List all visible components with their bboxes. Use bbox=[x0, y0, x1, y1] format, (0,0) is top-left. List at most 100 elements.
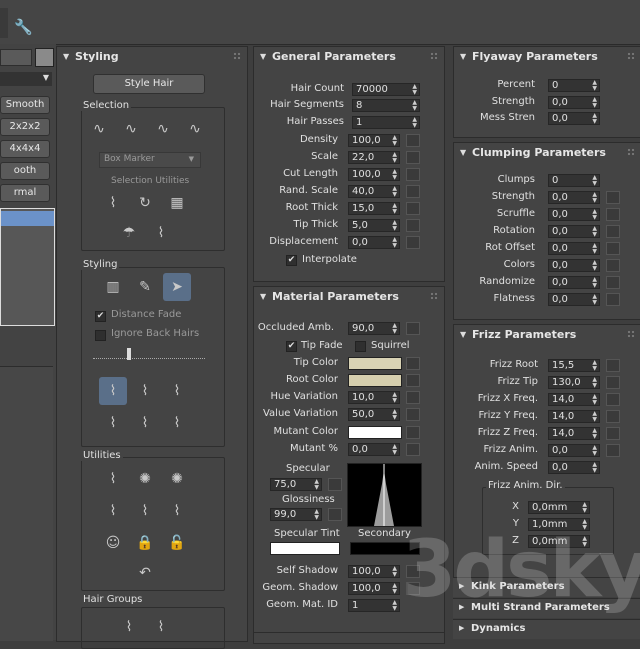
translate-hair-icon[interactable]: ⌇ bbox=[99, 377, 127, 405]
select-root-icon[interactable]: ∿ bbox=[85, 115, 113, 143]
merge-group-icon[interactable]: ⌇ bbox=[147, 613, 175, 641]
spinner-arrows-icon[interactable]: ▲ ▼ bbox=[314, 479, 319, 491]
rotation-spinner[interactable]: 0,0 ▲ ▼ bbox=[548, 225, 600, 238]
hide-guides-icon[interactable]: ☺ bbox=[99, 529, 127, 557]
select-segment-icon[interactable]: ∿ bbox=[117, 115, 145, 143]
reset-rest-icon[interactable]: ⌇ bbox=[131, 497, 159, 525]
slider-handle[interactable] bbox=[127, 348, 131, 360]
spinner-arrows-icon[interactable]: ▲ ▼ bbox=[592, 428, 597, 440]
displacement-spinner[interactable]: 0,0 ▲ ▼ bbox=[348, 236, 400, 249]
density-spinner[interactable]: 100,0 ▲ ▼ bbox=[348, 134, 400, 147]
value-variation-spinner[interactable]: 50,0 ▲ ▼ bbox=[348, 408, 400, 421]
toggle-collisions-icon[interactable]: ⌇ bbox=[163, 497, 191, 525]
clump-icon[interactable]: ⌇ bbox=[99, 409, 127, 437]
distance-fade-checkbox[interactable]: ✔ bbox=[95, 311, 106, 322]
select-grid-icon[interactable]: ▦ bbox=[163, 189, 191, 217]
occluded-amb-map-button[interactable] bbox=[406, 322, 420, 335]
spinner-arrows-icon[interactable]: ▲ ▼ bbox=[392, 152, 397, 164]
dir-x-spinner[interactable]: 0,0mm ▲ ▼ bbox=[528, 501, 590, 514]
specular-map-button[interactable] bbox=[328, 478, 342, 491]
frizz-tip-map-button[interactable] bbox=[606, 376, 620, 389]
spinner-arrows-icon[interactable]: ▲ ▼ bbox=[412, 84, 417, 96]
frizz-tip-spinner[interactable]: 130,0 ▲ ▼ bbox=[548, 376, 600, 389]
cut-length-map-button[interactable] bbox=[406, 168, 420, 181]
scale-spinner[interactable]: 22,0 ▲ ▼ bbox=[348, 151, 400, 164]
spinner-arrows-icon[interactable]: ▲ ▼ bbox=[392, 186, 397, 198]
tip-thick-spinner[interactable]: 5,0 ▲ ▼ bbox=[348, 219, 400, 232]
rot-offset-spinner[interactable]: 0,0 ▲ ▼ bbox=[548, 242, 600, 255]
split-group-icon[interactable]: ⌇ bbox=[115, 613, 143, 641]
cut-length-spinner[interactable]: 100,0 ▲ ▼ bbox=[348, 168, 400, 181]
root-thick-spinner[interactable]: 15,0 ▲ ▼ bbox=[348, 202, 400, 215]
name-field[interactable] bbox=[0, 49, 32, 66]
select-all-icon[interactable]: ⌇ bbox=[99, 189, 127, 217]
spinner-arrows-icon[interactable]: ▲ ▼ bbox=[592, 80, 597, 92]
frizz-y-freq-map-button[interactable] bbox=[606, 410, 620, 423]
comb-icon[interactable]: ▥ bbox=[99, 273, 127, 301]
drag-handle-icon[interactable] bbox=[627, 148, 635, 156]
select-guide-icon[interactable]: ∿ bbox=[181, 115, 209, 143]
rotate-icon[interactable]: ⌇ bbox=[131, 409, 159, 437]
self-shadow-spinner[interactable]: 100,0 ▲ ▼ bbox=[348, 565, 400, 578]
flatness-map-button[interactable] bbox=[606, 293, 620, 306]
geom-shadow-spinner[interactable]: 100,0 ▲ ▼ bbox=[348, 582, 400, 595]
frizz-anim-spinner[interactable]: 0,0 ▲ ▼ bbox=[548, 444, 600, 457]
style-hair-button[interactable]: Style Hair bbox=[93, 74, 205, 94]
stand-hair-icon[interactable]: ⌇ bbox=[131, 377, 159, 405]
scruffle-spinner[interactable]: 0,0 ▲ ▼ bbox=[548, 208, 600, 221]
pop-zero-icon[interactable]: ✺ bbox=[163, 465, 191, 493]
general-header[interactable]: ▼ General Parameters bbox=[254, 47, 444, 67]
spinner-arrows-icon[interactable]: ▲ ▼ bbox=[592, 97, 597, 109]
tip-fade-checkbox[interactable]: ✔ bbox=[286, 341, 297, 352]
mutant-color-swatch[interactable] bbox=[348, 426, 402, 439]
spinner-arrows-icon[interactable]: ▲ ▼ bbox=[592, 377, 597, 389]
attenuate-icon[interactable]: ⌇ bbox=[99, 465, 127, 493]
density-map-button[interactable] bbox=[406, 134, 420, 147]
scale-brush-icon[interactable]: ⌇ bbox=[163, 409, 191, 437]
spinner-arrows-icon[interactable]: ▲ ▼ bbox=[392, 600, 397, 612]
spinner-arrows-icon[interactable]: ▲ ▼ bbox=[592, 192, 597, 204]
spinner-arrows-icon[interactable]: ▲ ▼ bbox=[592, 294, 597, 306]
rand-scale-spinner[interactable]: 40,0 ▲ ▼ bbox=[348, 185, 400, 198]
flyaway-strength-spinner[interactable]: 0,0 ▲ ▼ bbox=[548, 96, 600, 109]
tip-thick-map-button[interactable] bbox=[406, 219, 420, 232]
frizz-y-freq-spinner[interactable]: 14,0 ▲ ▼ bbox=[548, 410, 600, 423]
scruffle-map-button[interactable] bbox=[606, 208, 620, 221]
spinner-arrows-icon[interactable]: ▲ ▼ bbox=[592, 445, 597, 457]
frizz-anim-map-button[interactable] bbox=[606, 444, 620, 457]
recomb-icon[interactable]: ⌇ bbox=[99, 497, 127, 525]
glossiness-map-button[interactable] bbox=[328, 508, 342, 521]
selected-stack-item[interactable] bbox=[1, 211, 54, 226]
hide-selected-icon[interactable]: ☂ bbox=[115, 219, 143, 247]
hair-segments-spinner[interactable]: 8 ▲ ▼ bbox=[352, 99, 420, 112]
squirrel-checkbox[interactable] bbox=[355, 341, 366, 352]
spinner-arrows-icon[interactable]: ▲ ▼ bbox=[392, 444, 397, 456]
mutant-color-map-button[interactable] bbox=[406, 426, 420, 439]
drag-handle-icon[interactable] bbox=[627, 52, 635, 60]
clump-strength-map-button[interactable] bbox=[606, 191, 620, 204]
spinner-arrows-icon[interactable]: ▲ ▼ bbox=[592, 209, 597, 221]
spinner-arrows-icon[interactable]: ▲ ▼ bbox=[392, 392, 397, 404]
undo-icon[interactable]: ↶ bbox=[131, 559, 159, 587]
flyaway-header[interactable]: ▼ Flyaway Parameters bbox=[454, 47, 640, 67]
4x4x4-button[interactable]: 4x4x4 bbox=[0, 140, 50, 158]
frizz-root-spinner[interactable]: 15,5 ▲ ▼ bbox=[548, 359, 600, 372]
drag-handle-icon[interactable] bbox=[233, 52, 241, 60]
rot-offset-map-button[interactable] bbox=[606, 242, 620, 255]
clump-strength-spinner[interactable]: 0,0 ▲ ▼ bbox=[548, 191, 600, 204]
puff-roots-icon[interactable]: ⌇ bbox=[163, 377, 191, 405]
rand-scale-map-button[interactable] bbox=[406, 185, 420, 198]
spinner-arrows-icon[interactable]: ▲ ▼ bbox=[314, 509, 319, 521]
mess-stren-spinner[interactable]: 0,0 ▲ ▼ bbox=[548, 112, 600, 125]
mutant-pct-spinner[interactable]: 0,0 ▲ ▼ bbox=[348, 443, 400, 456]
hue-variation-spinner[interactable]: 10,0 ▲ ▼ bbox=[348, 391, 400, 404]
drag-handle-icon[interactable] bbox=[627, 330, 635, 338]
percent-spinner[interactable]: 0 ▲ ▼ bbox=[548, 79, 600, 92]
spinner-arrows-icon[interactable]: ▲ ▼ bbox=[592, 243, 597, 255]
smooth2-button[interactable]: ooth bbox=[0, 162, 50, 180]
lock-icon[interactable]: 🔒 bbox=[131, 529, 159, 557]
show-hidden-icon[interactable]: ⌇ bbox=[147, 219, 175, 247]
spinner-arrows-icon[interactable]: ▲ ▼ bbox=[392, 323, 397, 335]
brush-size-slider[interactable] bbox=[93, 348, 205, 360]
root-thick-map-button[interactable] bbox=[406, 202, 420, 215]
